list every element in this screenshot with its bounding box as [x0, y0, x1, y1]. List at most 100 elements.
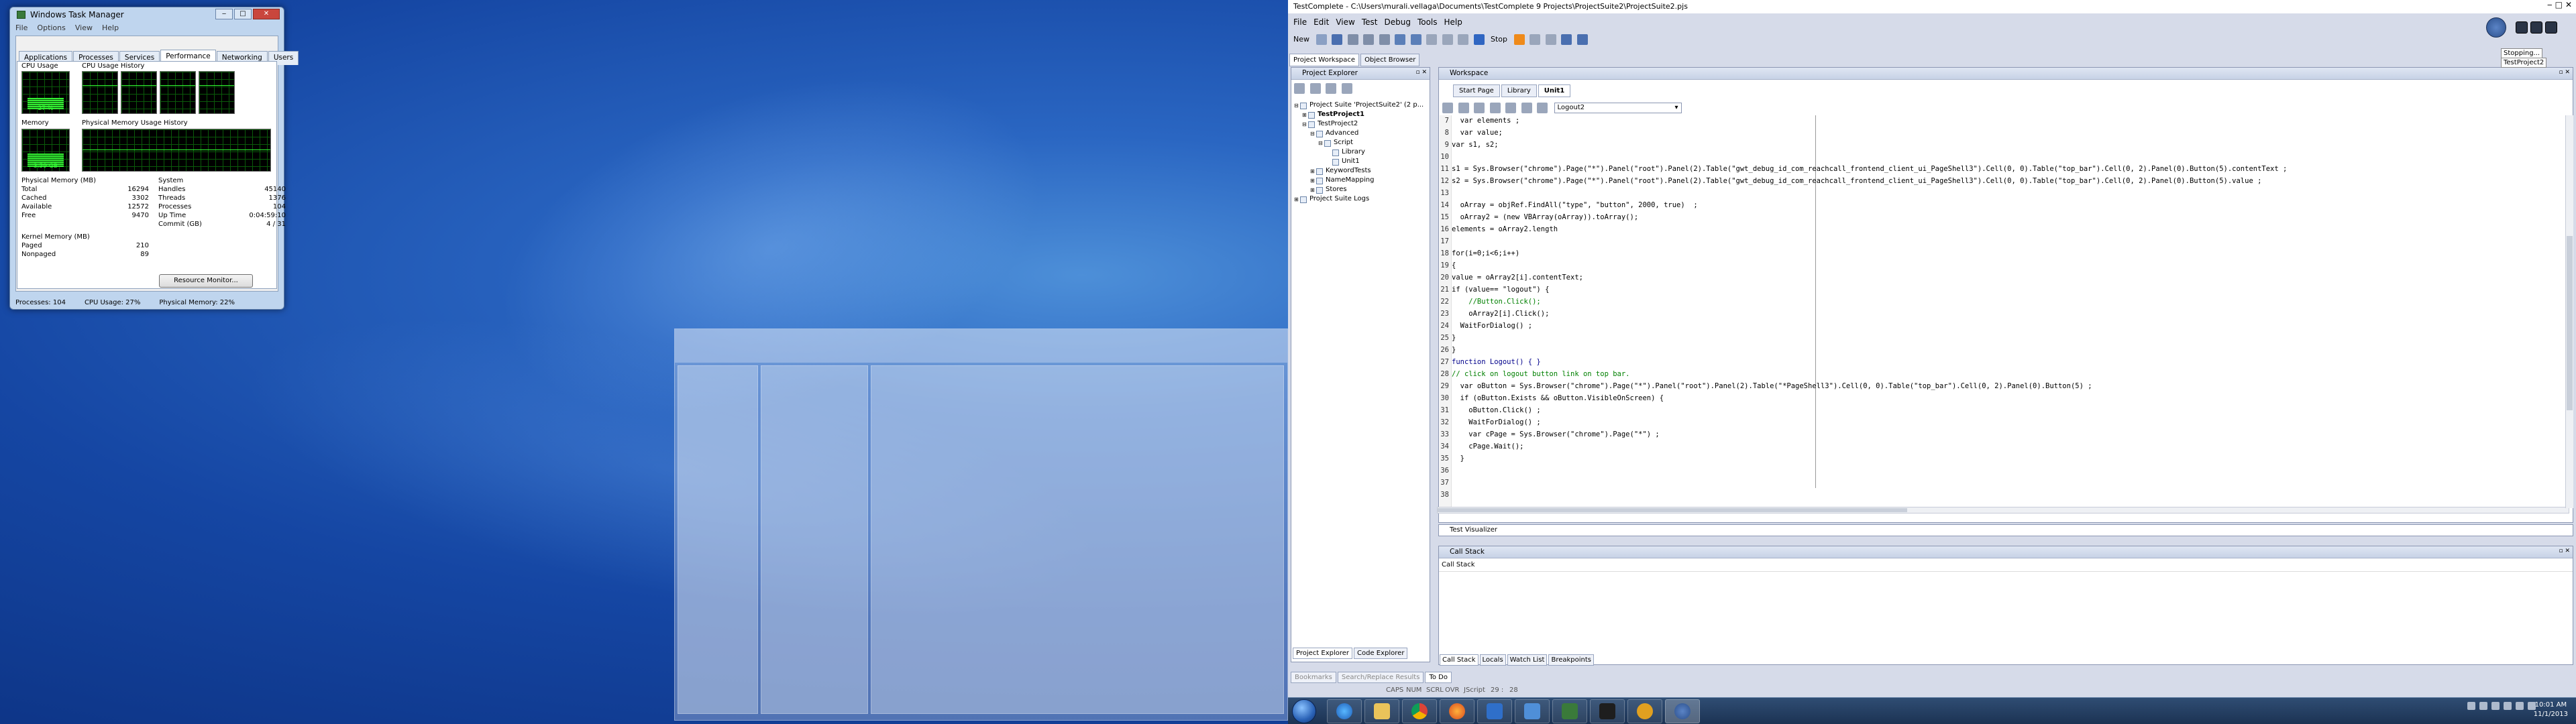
- tray-icon[interactable]: [2504, 702, 2512, 710]
- tree-node[interactable]: ⊟ TestProject2: [1291, 120, 1430, 129]
- expand-toggle-icon[interactable]: ⊞: [1294, 196, 1300, 202]
- tray-icon[interactable]: [2491, 702, 2500, 710]
- code-line[interactable]: 25}: [1440, 334, 2567, 346]
- tree-node[interactable]: Unit1: [1291, 158, 1430, 167]
- code-line[interactable]: 22 //Button.Click();: [1440, 298, 2567, 310]
- clock[interactable]: 10:01 AM 11/1/2013: [2534, 701, 2568, 719]
- menu-options[interactable]: Options: [37, 23, 65, 32]
- find-icon[interactable]: [1537, 103, 1548, 113]
- tab-watch-list[interactable]: Watch List: [1507, 654, 1548, 666]
- routine-dropdown[interactable]: Logout2 ▾: [1554, 103, 1682, 113]
- copy-icon[interactable]: [1363, 34, 1374, 45]
- close-button[interactable]: ✕: [253, 9, 280, 19]
- tree-node[interactable]: ⊞ TestProject1: [1291, 111, 1430, 120]
- code-line[interactable]: 29 var oButton = Sys.Browser("chrome").P…: [1440, 382, 2567, 394]
- code-line[interactable]: 26}: [1440, 346, 2567, 358]
- pin-icon[interactable]: ▫ ✕: [2559, 69, 2570, 76]
- cut-icon[interactable]: [1347, 34, 1358, 45]
- code-line[interactable]: 34 cPage.Wait();: [1440, 442, 2567, 455]
- maximize-button[interactable]: □: [234, 9, 252, 19]
- pause-run-button[interactable]: [2516, 21, 2528, 34]
- code-line[interactable]: 8 var value;: [1440, 129, 2567, 141]
- network-icon[interactable]: [2516, 702, 2524, 710]
- indent-icon[interactable]: [1474, 103, 1485, 113]
- tree-node[interactable]: Library: [1291, 148, 1430, 158]
- remove-icon[interactable]: [1309, 83, 1321, 94]
- minimize-button[interactable]: ‒: [215, 9, 233, 19]
- close-button[interactable]: ✕: [2565, 0, 2572, 9]
- code-line[interactable]: 21 if (value== "logout") {: [1440, 286, 2567, 298]
- code-line[interactable]: 35 }: [1440, 455, 2567, 467]
- scroll-thumb[interactable]: [2567, 236, 2573, 410]
- debug-icon[interactable]: [1458, 34, 1468, 45]
- tab-library[interactable]: Library: [1501, 84, 1537, 97]
- code-line[interactable]: 27 function Logout() { }: [1440, 358, 2567, 370]
- code-line[interactable]: 36: [1440, 467, 2567, 479]
- expand-toggle-icon[interactable]: ⊟: [1302, 121, 1308, 127]
- tab-unit1[interactable]: Unit1: [1538, 84, 1571, 97]
- layout-icon[interactable]: [1561, 34, 1572, 45]
- add-icon[interactable]: [1294, 83, 1305, 94]
- menu-view[interactable]: View: [1336, 17, 1354, 27]
- code-line[interactable]: 17: [1440, 237, 2567, 249]
- code-line[interactable]: 18 for(i=0;i<6;i++): [1440, 249, 2567, 261]
- scroll-thumb[interactable]: [1438, 508, 1907, 512]
- project-tree[interactable]: ⊟ Project Suite 'ProjectSuite2' (2 p... ⊞ T…: [1291, 101, 1430, 204]
- expand-toggle-icon[interactable]: ⊞: [1302, 112, 1308, 118]
- pin-icon[interactable]: ▫ ✕: [2559, 548, 2570, 554]
- taskbar-app[interactable]: [1515, 699, 1550, 723]
- expand-toggle-icon[interactable]: ⊞: [1310, 168, 1316, 174]
- code-line[interactable]: 14 oArray = objRef.FindAll("type", "butt…: [1440, 201, 2567, 213]
- code-line[interactable]: 13: [1440, 189, 2567, 201]
- expand-toggle-icon[interactable]: ⊟: [1318, 140, 1324, 146]
- menu-view[interactable]: View: [75, 23, 93, 32]
- close-runner-button[interactable]: [2545, 21, 2557, 34]
- bookmark-icon[interactable]: [1458, 103, 1469, 113]
- pause-icon[interactable]: [1513, 34, 1525, 45]
- menu-file[interactable]: File: [1293, 17, 1307, 27]
- uncomment-icon[interactable]: [1521, 103, 1532, 113]
- maximize-button[interactable]: □: [2555, 0, 2563, 9]
- taskbar-testcomplete[interactable]: [1665, 699, 1700, 723]
- menu-test[interactable]: Test: [1362, 17, 1378, 27]
- tab-search-results[interactable]: Search/Replace Results: [1337, 672, 1424, 683]
- open-icon[interactable]: [1316, 34, 1327, 45]
- code-line[interactable]: 37: [1440, 479, 2567, 491]
- code-line[interactable]: 38: [1440, 491, 2567, 503]
- step-over-icon[interactable]: [1545, 34, 1556, 45]
- expand-toggle-icon[interactable]: ⊟: [1310, 131, 1316, 137]
- menu-tools[interactable]: Tools: [1417, 17, 1438, 27]
- code-line[interactable]: 16 elements = oArray2.length: [1440, 225, 2567, 237]
- pin-icon[interactable]: ▫ ✕: [1415, 69, 1427, 76]
- taskbar-outlook[interactable]: [1477, 699, 1512, 723]
- code-editor[interactable]: 7 var elements ; 8 var value; 9 var s1, s2;…: [1440, 115, 2573, 508]
- code-line[interactable]: 10: [1440, 153, 2567, 165]
- code-line[interactable]: 24 WaitForDialog() ;: [1440, 322, 2567, 334]
- tab-project-workspace[interactable]: Project Workspace: [1289, 54, 1360, 66]
- tab-start-page[interactable]: Start Page: [1453, 84, 1500, 97]
- tree-node[interactable]: ⊟ Project Suite 'ProjectSuite2' (2 p...: [1291, 101, 1430, 111]
- code-line[interactable]: 23 oArray2[i].Click();: [1440, 310, 2567, 322]
- code-line[interactable]: 15 oArray2 = (new VBArray(oArray)).toArr…: [1440, 213, 2567, 225]
- code-line[interactable]: 19{: [1440, 261, 2567, 274]
- tree-node[interactable]: ⊞ NameMapping: [1291, 176, 1430, 186]
- expand-toggle-icon[interactable]: ⊞: [1310, 187, 1316, 193]
- stop-run-button[interactable]: [2530, 21, 2542, 34]
- redo-icon[interactable]: [1410, 34, 1421, 45]
- tree-node[interactable]: ⊞ KeywordTests: [1291, 167, 1430, 176]
- tab-bookmarks[interactable]: Bookmarks: [1291, 672, 1336, 683]
- tree-node[interactable]: ⊟ Advanced: [1291, 129, 1430, 139]
- new-button[interactable]: New: [1293, 35, 1309, 44]
- stop-button[interactable]: Stop: [1491, 35, 1507, 44]
- expand-toggle-icon[interactable]: ⊞: [1310, 178, 1316, 184]
- menu-help[interactable]: Help: [1444, 17, 1462, 27]
- stop-icon[interactable]: [1473, 34, 1485, 45]
- tab-object-browser[interactable]: Object Browser: [1360, 54, 1420, 66]
- menu-edit[interactable]: Edit: [1313, 17, 1329, 27]
- tab-project-explorer[interactable]: Project Explorer: [1293, 648, 1353, 659]
- code-line[interactable]: 33 var cPage = Sys.Browser("chrome").Pag…: [1440, 430, 2567, 442]
- code-line[interactable]: 7 var elements ;: [1440, 117, 2567, 129]
- run-routine-icon[interactable]: [1442, 103, 1453, 113]
- taskbar-cmd[interactable]: [1590, 699, 1625, 723]
- horizontal-scrollbar[interactable]: [1437, 507, 2569, 514]
